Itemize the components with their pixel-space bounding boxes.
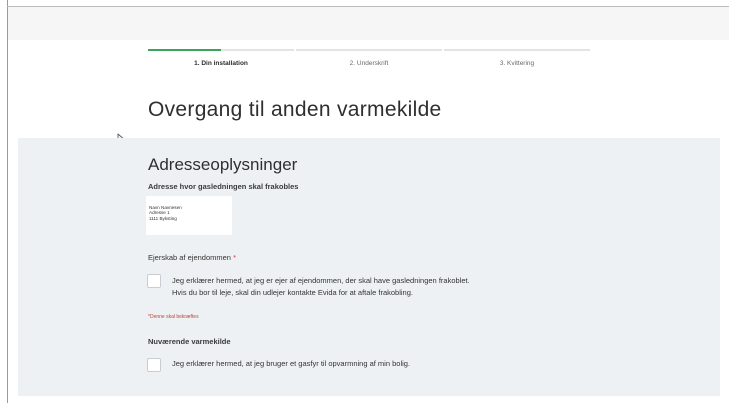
site-header [8, 7, 729, 40]
window-top-border [7, 6, 729, 7]
step-progress-fill [148, 49, 221, 51]
section-title: Adresseoplysninger [148, 155, 298, 174]
address-city: 1111 Byksting [149, 215, 177, 221]
step-bar [444, 49, 590, 51]
step-label: 1. Din installation [194, 60, 248, 67]
gas-boiler-confirm-text: Jeg erklærer hermed, at jeg bruger et ga… [172, 359, 411, 368]
required-marker: * [233, 253, 236, 262]
owner-confirm-checkbox[interactable] [147, 274, 161, 288]
step-installation[interactable]: 1. Din installation [148, 49, 294, 69]
required-hint: *Denne skal bekræftes [148, 314, 199, 320]
required-hint-text: Denne skal bekræftes [149, 314, 199, 320]
window-left-border [7, 0, 8, 403]
current-heating-label: Nuværende varmekilde [148, 337, 231, 346]
address-card: Navn Navnesen Adresse 1 1111 Byksting [146, 196, 232, 235]
ownership-label: Ejerskab af ejendommen * [148, 253, 236, 262]
gas-boiler-confirm-checkbox[interactable] [147, 358, 161, 372]
owner-confirm-subtext: Hvis du bor til leje, skal din udlejer k… [172, 288, 413, 297]
address-subheading: Adresse hvor gasledningen skal frakobles [148, 182, 299, 191]
owner-confirm-text: Jeg erklærer hermed, at jeg er ejer af e… [172, 276, 470, 285]
ownership-label-text: Ejerskab af ejendommen [148, 253, 231, 262]
page-title: Overgang til anden varmekilde [148, 98, 442, 121]
step-signature[interactable]: 2. Underskrift [296, 49, 442, 69]
step-bar [296, 49, 442, 51]
progress-steps: 1. Din installation 2. Underskrift 3. Kv… [148, 49, 590, 69]
step-label: 2. Underskrift [349, 60, 389, 67]
step-label: 3. Kvittering [499, 60, 535, 67]
step-receipt[interactable]: 3. Kvittering [444, 49, 590, 69]
address-name: Navn Navnesen [149, 205, 182, 210]
